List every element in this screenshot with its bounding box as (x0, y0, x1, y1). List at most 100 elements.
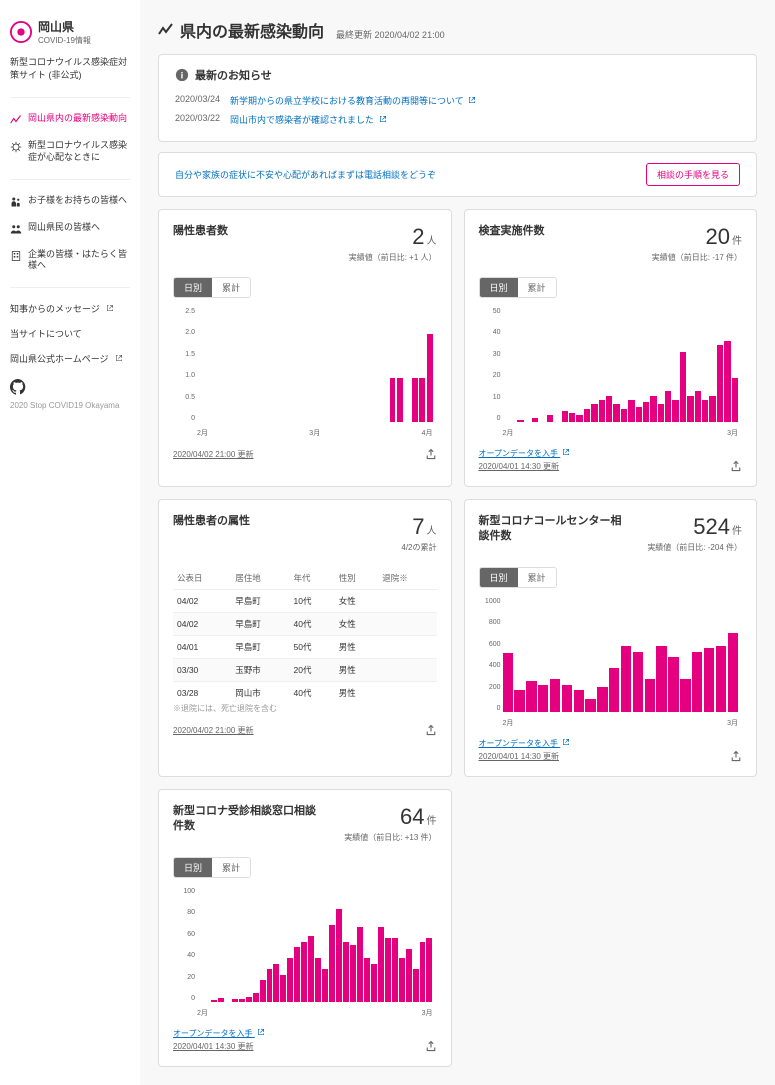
pref-sub: COVID-19情報 (38, 35, 91, 46)
consult-steps-button[interactable]: 相談の手順を見る (646, 163, 740, 186)
card-sub: 4/2の累計 (401, 542, 436, 553)
card-sub: 実績値（前日比: -17 件） (652, 252, 742, 263)
chart-bar (412, 378, 418, 422)
news-date: 2020/03/24 (175, 94, 220, 107)
chart-bar (680, 679, 690, 712)
chart-bar (562, 685, 572, 713)
share-icon[interactable] (730, 460, 742, 472)
pref-name: 岡山県 (38, 18, 91, 35)
chart-bar (427, 334, 433, 422)
chart-bar (267, 969, 273, 1002)
open-data-link[interactable]: オープンデータを入手 (479, 448, 571, 459)
ext-governor-message[interactable]: 知事からのメッセージ (10, 296, 130, 321)
tab-cumulative[interactable]: 累計 (518, 278, 556, 297)
chart-bar (273, 964, 279, 1003)
card-updated[interactable]: 2020/04/01 14:30 更新 (173, 1041, 265, 1052)
card-title: 検査実施件数 (479, 224, 545, 239)
chart-bar (717, 345, 723, 422)
card-consult: 新型コロナ受診相談窓口相談件数 64件 実績値（前日比: +13 件） 日別 累… (158, 789, 452, 1067)
chart-bar (413, 969, 419, 1002)
chart-bar (390, 378, 396, 422)
news-link[interactable]: 新学期からの県立学校における教育活動の再開等について (230, 94, 476, 107)
chart-bar (538, 685, 548, 713)
nav-parents[interactable]: お子様をお持ちの皆様へ (10, 188, 130, 215)
chart-bar (514, 690, 524, 712)
nav-worried[interactable]: 新型コロナウイルス感染症が心配なときに (10, 133, 130, 170)
share-icon[interactable] (425, 724, 437, 736)
external-icon (468, 96, 476, 104)
open-data-link[interactable]: オープンデータを入手 (173, 1028, 265, 1039)
chart-bar (426, 938, 432, 1002)
chart-tabs: 日別 累計 (173, 857, 251, 878)
chart-bar (232, 999, 238, 1002)
tab-cumulative[interactable]: 累計 (212, 278, 250, 297)
table-row: 04/01早島町50代男性 (173, 636, 437, 659)
chart-bar (621, 646, 631, 712)
card-updated[interactable]: 2020/04/02 21:00 更新 (173, 725, 254, 736)
card-positive-patients: 陽性患者数 2人 実績値（前日比: +1 人） 日別 累計 2.52.01.51… (158, 209, 452, 487)
table-row: 04/02早島町10代女性 (173, 590, 437, 613)
card-value: 64 (400, 804, 424, 829)
tab-cumulative[interactable]: 累計 (518, 568, 556, 587)
card-grid: 陽性患者数 2人 実績値（前日比: +1 人） 日別 累計 2.52.01.51… (158, 209, 757, 1067)
card-updated[interactable]: 2020/04/01 14:30 更新 (479, 751, 571, 762)
chart-bar (322, 969, 328, 1002)
card-updated[interactable]: 2020/04/02 21:00 更新 (173, 449, 254, 460)
virus-icon (10, 141, 22, 153)
chart-bar (585, 699, 595, 712)
tab-daily[interactable]: 日別 (480, 278, 518, 297)
chart-bar (584, 409, 590, 422)
chart-bar (645, 679, 655, 712)
th-discharge[interactable]: 退院※ (378, 567, 436, 590)
chart-bar (294, 947, 300, 1002)
chart-bar (613, 404, 619, 422)
open-data-link[interactable]: オープンデータを入手 (479, 738, 571, 749)
th-gender[interactable]: 性別 (335, 567, 379, 590)
chart-bar (650, 396, 656, 422)
chart-bar (569, 413, 575, 422)
tab-daily[interactable]: 日別 (480, 568, 518, 587)
tab-cumulative[interactable]: 累計 (212, 858, 250, 877)
logo[interactable]: 岡山県 COVID-19情報 (10, 18, 130, 46)
table-scroll[interactable]: 公表日 居住地 年代 性別 退院※ 04/02早島町10代女性04/02早島町4… (173, 557, 437, 697)
copyright: 2020 Stop COVID19 Okayama (10, 401, 130, 410)
chart-bar (532, 418, 538, 422)
chart-bar (562, 411, 568, 422)
card-title: 新型コロナコールセンター相談件数 (479, 514, 624, 545)
card-updated[interactable]: 2020/04/01 14:30 更新 (479, 461, 571, 472)
chart-bar (211, 1000, 217, 1002)
svg-text:i: i (181, 71, 184, 82)
chart-bar (420, 942, 426, 1003)
chart-positive: 2.52.01.51.00.50 2月3月4月 (173, 308, 437, 438)
th-residence[interactable]: 居住地 (231, 567, 289, 590)
chart-bar (724, 341, 730, 422)
chart-bar (239, 999, 245, 1002)
news-card: i 最新のお知らせ 2020/03/24新学期からの県立学校における教育活動の再… (158, 54, 757, 142)
nav-latest-trends[interactable]: 岡山県内の最新感染動向 (10, 106, 130, 133)
attributes-table: 公表日 居住地 年代 性別 退院※ 04/02早島町10代女性04/02早島町4… (173, 567, 437, 697)
ext-official-site[interactable]: 岡山県公式ホームページ (10, 346, 130, 371)
nav-business[interactable]: 企業の皆様・はたらく皆様へ (10, 242, 130, 279)
chart-bar (702, 400, 708, 422)
ext-about[interactable]: 当サイトについて (10, 321, 130, 346)
th-age[interactable]: 年代 (290, 567, 335, 590)
chart-bar (315, 958, 321, 1002)
chart-bar (636, 407, 642, 422)
sidebar: 岡山県 COVID-19情報 新型コロナウイルス感染症対策サイト (非公式) 岡… (0, 0, 140, 1085)
chart-bar (728, 633, 738, 712)
tab-daily[interactable]: 日別 (174, 858, 212, 877)
github-icon[interactable] (10, 379, 26, 395)
chart-bar (695, 391, 701, 422)
chart-bar (378, 927, 384, 1002)
external-icon (379, 115, 387, 123)
share-icon[interactable] (425, 1040, 437, 1052)
nav-residents[interactable]: 岡山県民の皆様へ (10, 215, 130, 242)
tab-daily[interactable]: 日別 (174, 278, 212, 297)
th-date[interactable]: 公表日 (173, 567, 231, 590)
card-sub: 実績値（前日比: -204 件） (647, 542, 742, 553)
share-icon[interactable] (730, 750, 742, 762)
divider (10, 179, 130, 180)
news-link[interactable]: 岡山市内で感染者が確認されました (230, 113, 387, 126)
share-icon[interactable] (425, 448, 437, 460)
chart-bar (350, 945, 356, 1002)
